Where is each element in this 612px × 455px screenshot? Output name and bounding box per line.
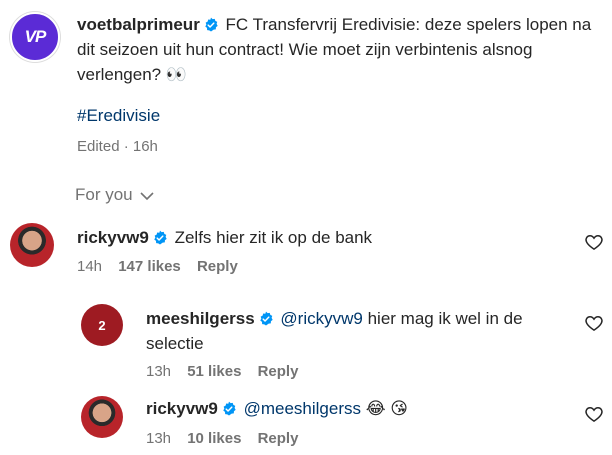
comments-filter-dropdown[interactable]: For you: [75, 185, 155, 205]
mention-link[interactable]: @rickyvw9: [280, 309, 362, 328]
comment-likes[interactable]: 147 likes: [118, 258, 181, 275]
like-heart-icon[interactable]: [584, 232, 604, 252]
verified-badge-icon: [223, 401, 236, 416]
comment-meta: 13h 10 likes Reply: [146, 430, 298, 447]
comment-username[interactable]: rickyvw9: [146, 399, 218, 418]
verified-badge-icon: [259, 311, 273, 326]
comment-time: 13h: [146, 430, 172, 447]
like-heart-icon[interactable]: [584, 404, 604, 424]
avatar-logo-text: VP: [24, 27, 47, 46]
reply-button[interactable]: Reply: [258, 363, 299, 380]
mention-link[interactable]: @meeshilgerss: [244, 399, 361, 418]
post-author-avatar[interactable]: VP: [10, 12, 60, 62]
comment-body: rickyvw9 @meeshilgerss 😂 😘: [146, 396, 408, 421]
chevron-down-icon: [140, 191, 154, 200]
commenter-avatar[interactable]: [10, 223, 54, 267]
comment-time: 13h: [146, 363, 172, 380]
comment-likes[interactable]: 10 likes: [187, 430, 241, 447]
comment-likes[interactable]: 51 likes: [187, 363, 241, 380]
comment-time: 14h: [77, 258, 103, 275]
comment-text: 😂 😘: [360, 399, 409, 418]
reply-button[interactable]: Reply: [197, 258, 238, 275]
commenter-avatar[interactable]: [81, 396, 123, 438]
comment-username[interactable]: meeshilgerss: [146, 309, 255, 328]
comment-username[interactable]: rickyvw9: [77, 228, 149, 247]
post-author-username[interactable]: voetbalprimeur: [77, 15, 200, 34]
like-heart-icon[interactable]: [584, 313, 604, 333]
jersey-number: 2: [98, 317, 106, 333]
post-caption: voetbalprimeur FC Transfervrij Eredivisi…: [77, 12, 597, 87]
comment-meta: 13h 51 likes Reply: [146, 363, 298, 380]
reply-button[interactable]: Reply: [258, 430, 299, 447]
comment-body: meeshilgerss @rickyvw9 hier mag ik wel i…: [146, 306, 556, 356]
verified-badge-icon: [205, 17, 218, 32]
verified-badge-icon: [154, 230, 167, 245]
commenter-avatar[interactable]: 2: [81, 304, 123, 346]
comment-body: rickyvw9 Zelfs hier zit ik op de bank: [77, 225, 372, 250]
comment-text: Zelfs hier zit ik op de bank: [174, 228, 373, 247]
hashtag-link[interactable]: #Eredivisie: [77, 106, 160, 126]
post-meta: Edited · 16h: [77, 138, 158, 155]
comments-filter-label: For you: [75, 185, 133, 204]
comment-meta: 14h 147 likes Reply: [77, 258, 238, 275]
